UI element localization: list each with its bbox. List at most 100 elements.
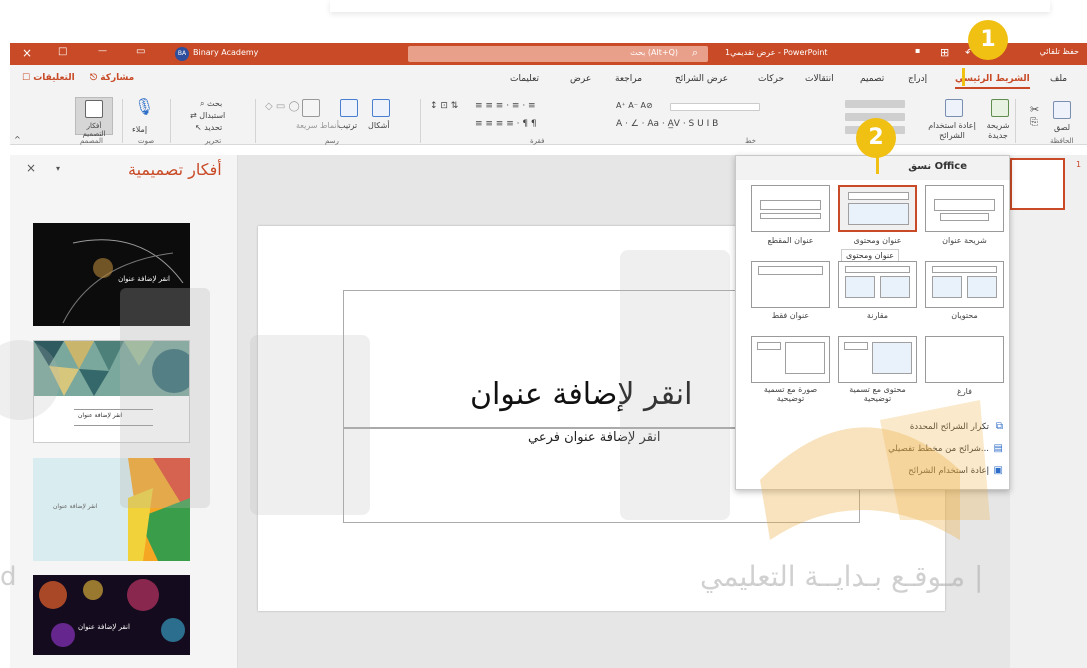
menu-reuse-slides[interactable]: إعادة استخدام الشرائح <box>908 466 989 476</box>
designer-icon <box>85 100 103 118</box>
select-button[interactable]: ↖ تحديد <box>195 123 222 132</box>
quick-styles-icon[interactable] <box>302 99 320 117</box>
layout-blank[interactable] <box>925 336 1004 383</box>
search-input[interactable]: بحث (Alt+Q) ⌕ <box>408 46 708 62</box>
slide-thumbnails-pane <box>1010 155 1087 668</box>
tab-file[interactable]: ملف <box>1050 74 1067 84</box>
designer-pane-title: أفكار تصميمية <box>128 160 222 179</box>
layout-two-content[interactable] <box>925 261 1004 308</box>
quick-styles-button[interactable]: أنماط سريعة <box>296 121 339 130</box>
minimize-window-button[interactable]: — <box>98 46 107 56</box>
shapes-icon[interactable] <box>372 99 390 117</box>
font-format-controls[interactable]: A · ∠ · Aa · A̲V · S U I B <box>616 119 718 129</box>
copy-icon[interactable]: ⎘ <box>1030 117 1038 128</box>
top-banner <box>330 0 1050 12</box>
menu-slides-from-outline[interactable]: شرائح من مخطط تفصيلي... <box>888 444 989 454</box>
watermark-text: مـوقـع بـدايــة التعليمي | <box>700 560 984 593</box>
menu-duplicate-slides[interactable]: تكرار الشرائح المحددة <box>910 422 989 432</box>
ribbon-display-icon[interactable]: ▭ <box>136 46 145 57</box>
slide-title-text[interactable]: انقر لإضافة عنوان <box>470 377 692 412</box>
layout-content-caption[interactable] <box>838 336 917 383</box>
layout-label: عنوان المقطع <box>767 236 814 245</box>
layout-picture-caption[interactable] <box>751 336 830 383</box>
tab-help[interactable]: تعليمات <box>510 74 539 84</box>
comments-button[interactable]: ☐ التعليقات <box>22 73 75 83</box>
document-title: عرض تقديمي1 - PowerPoint <box>725 48 828 57</box>
autosave-label[interactable]: حفظ تلقائي <box>1040 47 1079 56</box>
layout-title-only[interactable] <box>751 261 830 308</box>
reuse-slides-icon[interactable] <box>945 99 963 117</box>
step-badge-1: 1 <box>968 20 1008 60</box>
ribbon: لصق ✂ ⎘ الحافظة شريحة جديدة إعادة استخدا… <box>10 95 1087 145</box>
slide-subtitle-text[interactable]: انقر لإضافة عنوان فرعي <box>528 430 661 445</box>
close-window-button[interactable]: × <box>22 46 32 60</box>
designer-group-label: المصمم <box>80 137 103 145</box>
collapse-ribbon-icon[interactable]: ^ <box>14 135 21 144</box>
present-icon[interactable]: ⊞ <box>940 46 949 59</box>
new-slide-icon[interactable] <box>991 99 1009 117</box>
tab-insert[interactable]: إدراج <box>908 74 927 84</box>
editing-group-label: تحرير <box>205 137 222 145</box>
close-icon[interactable]: × <box>26 161 36 175</box>
watermark-site: d <box>0 562 17 592</box>
design-idea-3[interactable]: انقر لإضافة عنوان <box>33 458 190 561</box>
tab-home[interactable]: الشريط الرئيسي <box>955 74 1030 89</box>
design-idea-2-art <box>34 341 189 396</box>
restore-window-button[interactable]: □ <box>58 46 67 57</box>
cut-icon[interactable]: ✂ <box>1030 103 1039 116</box>
shape-fill-controls[interactable]: ◇ ▭ ◯ <box>265 101 300 112</box>
group-separator <box>122 99 123 143</box>
new-slide-button[interactable]: شريحة جديدة <box>978 121 1018 141</box>
layout-comparison[interactable] <box>838 261 917 308</box>
chevron-down-icon[interactable]: ▾ <box>56 164 60 173</box>
design-idea-1[interactable]: انقر لإضافة عنوان <box>33 223 190 326</box>
reuse-slides-button[interactable]: إعادة استخدام الشرائح <box>920 121 984 141</box>
slide-number: 1 <box>1076 160 1082 169</box>
tab-slideshow[interactable]: عرض الشرائح <box>675 74 728 84</box>
layout-title-content[interactable] <box>838 185 917 232</box>
paste-button[interactable]: لصق <box>1054 123 1070 132</box>
font-group-label: خط <box>745 137 756 145</box>
design-idea-text: انقر لإضافة عنوان <box>118 275 170 283</box>
designer-button[interactable]: أفكار التصميم <box>75 97 113 138</box>
design-idea-text: انقر لإضافة عنوان <box>78 623 130 631</box>
save-icon[interactable]: ▪ <box>915 46 920 55</box>
dictate-button[interactable]: إملاء <box>132 125 147 134</box>
tab-review[interactable]: مراجعة <box>615 74 642 84</box>
tab-design[interactable]: تصميم <box>860 74 884 84</box>
avatar[interactable]: BA <box>175 47 189 61</box>
ribbon-tabs: ملف الشريط الرئيسي إدراج تصميم انتقالات … <box>10 65 1087 95</box>
layout-dropdown[interactable] <box>845 100 905 108</box>
arrange-icon[interactable] <box>340 99 358 117</box>
tab-animations[interactable]: حركات <box>758 74 784 84</box>
text-direction-controls[interactable]: ↕ ⊡ ⇅ <box>430 101 458 111</box>
shapes-button[interactable]: أشكال <box>368 121 390 130</box>
layout-label: شريحة عنوان <box>942 236 987 245</box>
slide-thumbnail[interactable] <box>1010 158 1065 210</box>
layout-gallery-header: نسق Office <box>736 156 1009 180</box>
design-idea-4[interactable]: انقر لإضافة عنوان <box>33 575 190 655</box>
find-button[interactable]: ⌕ بحث <box>200 99 222 109</box>
callout-2-pointer <box>876 156 879 174</box>
paste-icon[interactable] <box>1053 101 1071 119</box>
account-name: Binary Academy <box>193 48 259 57</box>
layout-title-slide[interactable] <box>925 185 1004 232</box>
clipboard-group-label: الحافظة <box>1050 137 1074 145</box>
alignment-controls[interactable]: ≡ ≡ ≡ ≡ · ¶ ¶ <box>475 119 537 129</box>
bullets-controls[interactable]: ≡ ≡ ≡ · ≡ · ≡ <box>475 101 536 111</box>
layout-section-header[interactable] <box>751 185 830 232</box>
outline-icon: ▤ <box>993 443 1003 454</box>
microphone-icon[interactable]: 🎙 <box>134 97 154 116</box>
reuse-slides-icon: ▣ <box>993 465 1003 476</box>
layout-label: محتوى مع تسمية توضيحية <box>849 385 906 403</box>
share-button[interactable]: ⎋ مشاركة <box>90 73 134 83</box>
replace-button[interactable]: ⇄ استبدال <box>190 111 225 120</box>
design-idea-2[interactable]: انقر لإضافة عنوان <box>33 340 190 443</box>
tab-view[interactable]: عرض <box>570 74 591 84</box>
font-size-controls[interactable]: A⁺ A⁻ A⊘ <box>616 101 653 110</box>
layout-label: فارغ <box>957 387 972 396</box>
tab-transitions[interactable]: انتقالات <box>805 74 834 84</box>
arrange-button[interactable]: ترتيب <box>338 121 357 130</box>
font-name-box[interactable] <box>670 103 760 111</box>
group-separator <box>255 99 256 143</box>
